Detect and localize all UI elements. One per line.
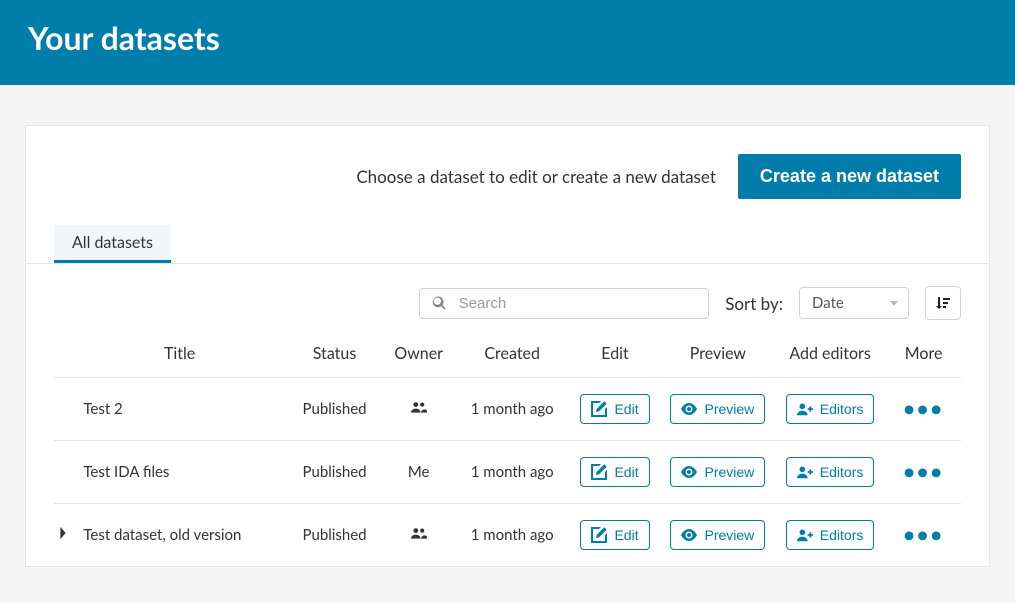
status-cell: Published bbox=[288, 504, 382, 567]
content: Choose a dataset to edit or create a new… bbox=[0, 85, 1015, 567]
table-row: Test IDA files Published Me 1 month ago … bbox=[54, 441, 961, 504]
sort-selected-value: Date bbox=[812, 294, 844, 312]
col-created: Created bbox=[456, 326, 568, 378]
col-status: Status bbox=[288, 326, 382, 378]
dataset-title: Test 2 bbox=[83, 400, 122, 418]
owner-cell: Me bbox=[381, 441, 456, 504]
search-icon bbox=[432, 295, 446, 311]
controls-row: Sort by: Date bbox=[26, 264, 989, 326]
create-dataset-button[interactable]: Create a new dataset bbox=[738, 154, 961, 199]
table-header-row: Title Status Owner Created Edit Preview … bbox=[54, 326, 961, 378]
instruction-text: Choose a dataset to edit or create a new… bbox=[356, 166, 716, 187]
expand-icon[interactable] bbox=[58, 526, 80, 544]
group-icon bbox=[411, 527, 427, 545]
editors-button[interactable]: Editors bbox=[786, 394, 875, 424]
col-title: Title bbox=[54, 326, 288, 378]
preview-button[interactable]: Preview bbox=[670, 520, 765, 550]
more-button[interactable]: ••• bbox=[886, 504, 961, 567]
col-owner: Owner bbox=[381, 326, 456, 378]
editors-button[interactable]: Editors bbox=[786, 457, 875, 487]
col-preview: Preview bbox=[662, 326, 774, 378]
status-cell: Published bbox=[288, 378, 382, 441]
col-edit: Edit bbox=[568, 326, 662, 378]
sort-label: Sort by: bbox=[725, 293, 783, 314]
sort-select[interactable]: Date bbox=[799, 287, 909, 319]
sort-direction-button[interactable] bbox=[925, 286, 961, 320]
owner-cell bbox=[381, 504, 456, 567]
more-button[interactable]: ••• bbox=[886, 378, 961, 441]
col-more: More bbox=[886, 326, 961, 378]
datasets-card: Choose a dataset to edit or create a new… bbox=[25, 125, 990, 567]
tabs: All datasets bbox=[26, 225, 989, 264]
dataset-title: Test IDA files bbox=[83, 463, 169, 481]
sort-icon bbox=[935, 295, 951, 311]
table-row: Test 2 Published 1 month ago Edit Previe… bbox=[54, 378, 961, 441]
dataset-title: Test dataset, old version bbox=[83, 526, 241, 544]
preview-button[interactable]: Preview bbox=[670, 457, 765, 487]
edit-button[interactable]: Edit bbox=[580, 394, 649, 424]
edit-button[interactable]: Edit bbox=[580, 520, 649, 550]
edit-button[interactable]: Edit bbox=[580, 457, 649, 487]
editors-button[interactable]: Editors bbox=[786, 520, 875, 550]
created-cell: 1 month ago bbox=[456, 378, 568, 441]
group-icon bbox=[411, 401, 427, 419]
preview-button[interactable]: Preview bbox=[670, 394, 765, 424]
page-title: Your datasets bbox=[28, 18, 987, 57]
more-button[interactable]: ••• bbox=[886, 441, 961, 504]
top-row: Choose a dataset to edit or create a new… bbox=[26, 126, 989, 217]
page-header: Your datasets bbox=[0, 0, 1015, 85]
owner-cell bbox=[381, 378, 456, 441]
search-input[interactable] bbox=[459, 295, 697, 312]
tab-all-datasets[interactable]: All datasets bbox=[54, 225, 171, 263]
col-editors: Add editors bbox=[774, 326, 886, 378]
search-box[interactable] bbox=[419, 288, 709, 319]
table-row: Test dataset, old version Published 1 mo… bbox=[54, 504, 961, 567]
created-cell: 1 month ago bbox=[456, 441, 568, 504]
created-cell: 1 month ago bbox=[456, 504, 568, 567]
datasets-table: Title Status Owner Created Edit Preview … bbox=[54, 326, 961, 566]
owner-text: Me bbox=[408, 463, 430, 481]
status-cell: Published bbox=[288, 441, 382, 504]
